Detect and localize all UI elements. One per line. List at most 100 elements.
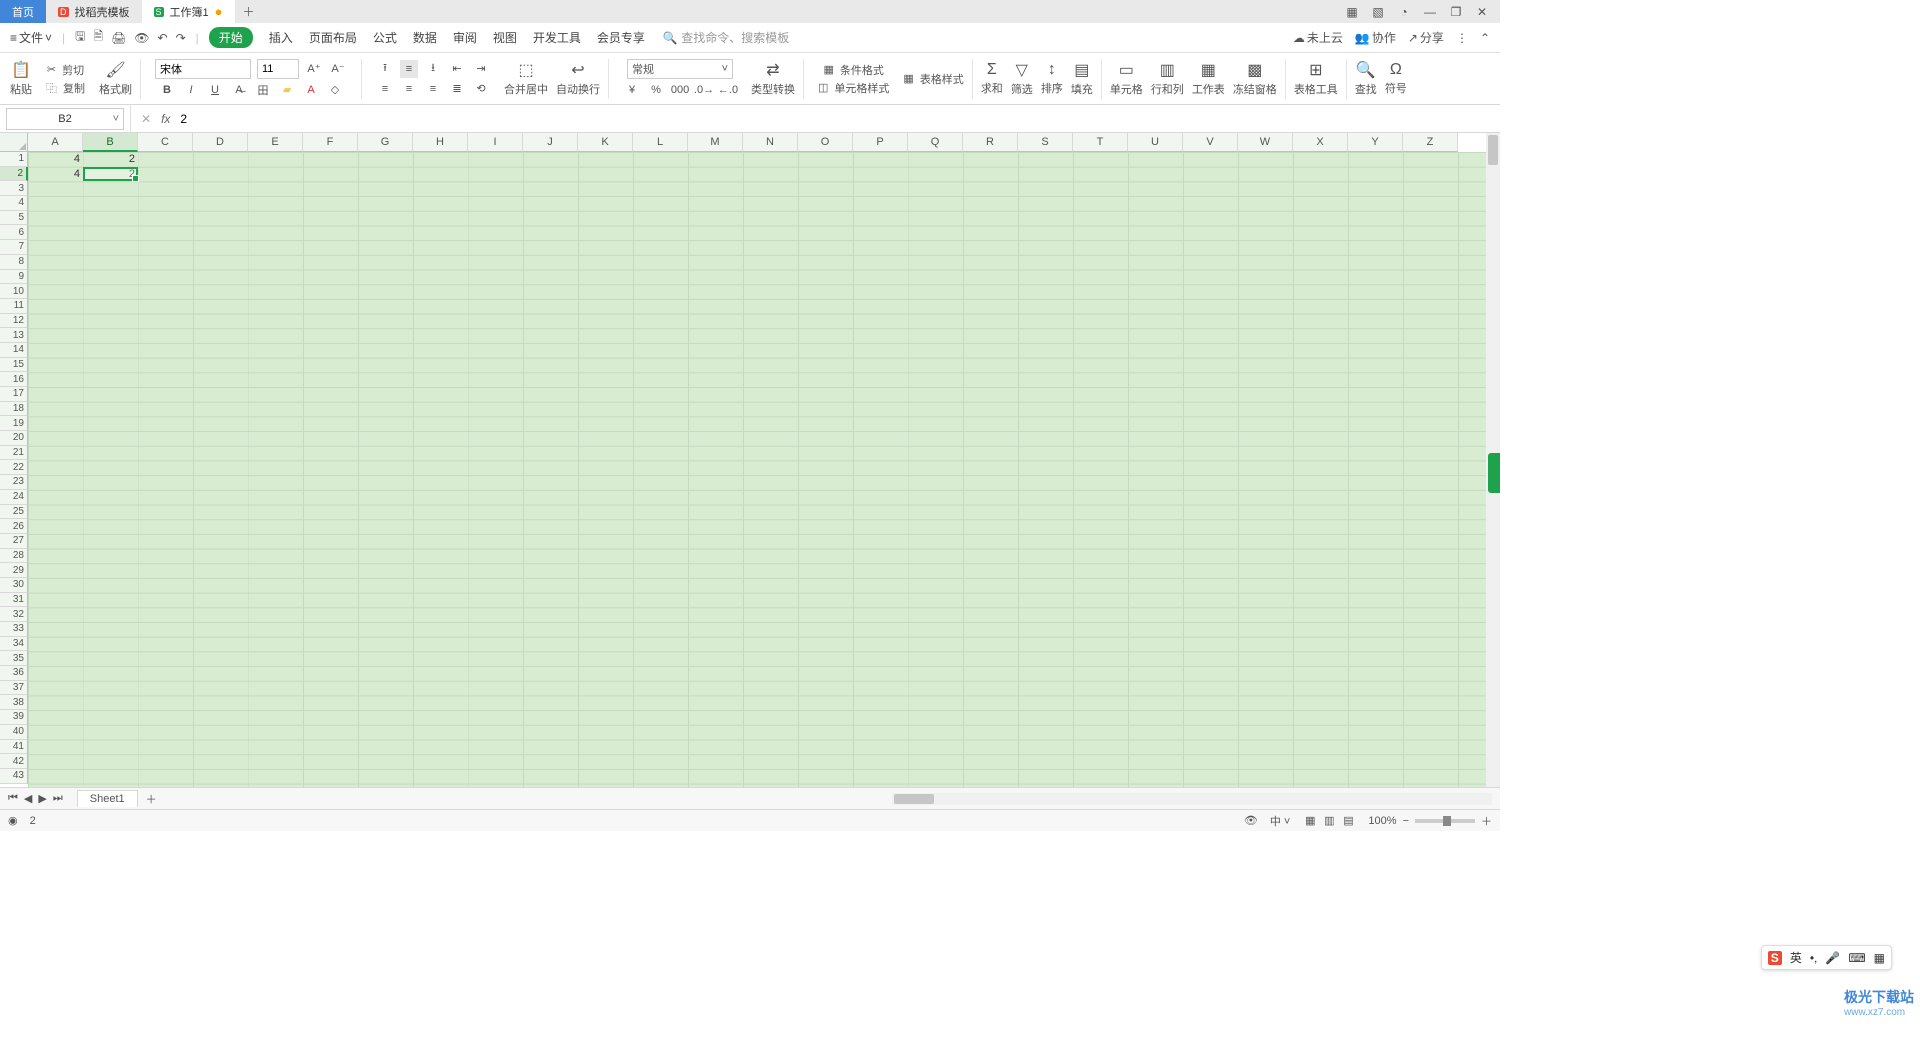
row-header-29[interactable]: 29 (0, 563, 28, 578)
row-header-9[interactable]: 9 (0, 270, 28, 285)
print-preview-icon[interactable]: 👁 (134, 31, 149, 45)
tab-data[interactable]: 数据 (413, 29, 437, 46)
row-header-25[interactable]: 25 (0, 505, 28, 520)
align-right-icon[interactable]: ≡ (424, 80, 442, 98)
print-icon[interactable]: 🖨 (111, 31, 126, 45)
row-header-36[interactable]: 36 (0, 666, 28, 681)
align-middle-icon[interactable]: ≡ (400, 60, 418, 78)
close-button[interactable]: ✕ (1474, 5, 1490, 19)
row-header-37[interactable]: 37 (0, 681, 28, 696)
rows-cols-button[interactable]: ▥行和列 (1151, 60, 1184, 97)
align-top-icon[interactable]: ⭱ (376, 60, 394, 78)
row-header-20[interactable]: 20 (0, 431, 28, 446)
row-header-26[interactable]: 26 (0, 519, 28, 534)
normal-view-icon[interactable]: ▦ (1302, 814, 1318, 827)
worksheet-button[interactable]: ▦工作表 (1192, 60, 1225, 97)
col-header-L[interactable]: L (633, 133, 688, 152)
copy-button[interactable]: ⿻ 复制 (46, 80, 85, 96)
row-header-19[interactable]: 19 (0, 416, 28, 431)
bold-button[interactable]: B (158, 81, 176, 99)
row-header-16[interactable]: 16 (0, 372, 28, 387)
row-header-11[interactable]: 11 (0, 299, 28, 314)
orientation-icon[interactable]: ⟲ (472, 80, 490, 98)
font-name-select[interactable] (155, 59, 251, 79)
number-format-select[interactable]: 常规˅ (627, 59, 733, 79)
row-header-28[interactable]: 28 (0, 549, 28, 564)
col-header-R[interactable]: R (963, 133, 1018, 152)
row-header-1[interactable]: 1 (0, 152, 28, 167)
fx-icon[interactable]: fx (161, 112, 170, 126)
row-header-17[interactable]: 17 (0, 387, 28, 402)
sheet-next-icon[interactable]: ▶ (38, 792, 46, 805)
indent-increase-icon[interactable]: ⇥ (472, 60, 490, 78)
cell-style-button[interactable]: ◫ 单元格样式 (818, 80, 889, 96)
formula-input[interactable] (180, 112, 1490, 126)
row-header-42[interactable]: 42 (0, 754, 28, 769)
row-header-30[interactable]: 30 (0, 578, 28, 593)
cells-area[interactable]: 4 2 4 2 (28, 152, 1486, 787)
row-header-31[interactable]: 31 (0, 593, 28, 608)
font-size-select[interactable] (257, 59, 299, 79)
layout2-icon[interactable]: ▧ (1370, 5, 1386, 19)
tab-start[interactable]: 开始 (209, 27, 253, 48)
sheet-first-icon[interactable]: ⏮ (8, 792, 18, 805)
currency-icon[interactable]: ¥ (623, 81, 641, 99)
clear-format-button[interactable]: ◇ (326, 81, 344, 99)
col-header-P[interactable]: P (853, 133, 908, 152)
comma-icon[interactable]: 000 (671, 81, 689, 99)
col-header-N[interactable]: N (743, 133, 798, 152)
undo-icon[interactable]: ↶ (158, 31, 168, 45)
cell-A1[interactable]: 4 (28, 152, 83, 167)
zoom-out-button[interactable]: − (1403, 815, 1409, 827)
sheet-last-icon[interactable]: ⏭ (53, 792, 63, 805)
row-header-32[interactable]: 32 (0, 607, 28, 622)
ime-mic-icon[interactable]: 🎤 (1825, 951, 1840, 965)
increase-font-icon[interactable]: A⁺ (305, 60, 323, 78)
col-header-U[interactable]: U (1128, 133, 1183, 152)
zoom-slider[interactable] (1415, 819, 1475, 823)
font-color-button[interactable]: A (302, 81, 320, 99)
row-header-41[interactable]: 41 (0, 740, 28, 755)
ime-lang[interactable]: 英 (1790, 949, 1802, 966)
collab-button[interactable]: 👥 协作 (1355, 29, 1396, 46)
chevron-down-icon[interactable]: ˅ (113, 113, 119, 125)
col-header-D[interactable]: D (193, 133, 248, 152)
row-header-15[interactable]: 15 (0, 358, 28, 373)
tab-formulas[interactable]: 公式 (373, 29, 397, 46)
conditional-format-button[interactable]: ▦ 条件格式 (824, 62, 884, 78)
cell-A2[interactable]: 4 (28, 167, 83, 182)
cloud-status[interactable]: ☁ 未上云 (1293, 29, 1343, 46)
page-layout-view-icon[interactable]: ▥ (1321, 814, 1337, 827)
col-header-Y[interactable]: Y (1348, 133, 1403, 152)
decrease-decimal-icon[interactable]: ←.0 (719, 81, 737, 99)
ime-punct-icon[interactable]: •, (1810, 951, 1818, 965)
minimize-button[interactable]: — (1422, 5, 1438, 19)
row-header-22[interactable]: 22 (0, 460, 28, 475)
app-menu-button[interactable]: ≡ 文件 ˅ (10, 29, 52, 46)
row-header-39[interactable]: 39 (0, 710, 28, 725)
sheet-prev-icon[interactable]: ◀ (24, 792, 32, 805)
tab-insert[interactable]: 插入 (269, 29, 293, 46)
row-header-35[interactable]: 35 (0, 651, 28, 666)
align-justify-icon[interactable]: ≣ (448, 80, 466, 98)
side-panel-handle[interactable] (1488, 453, 1500, 493)
fill-color-button[interactable]: ▰ (278, 81, 296, 99)
ime-grid-icon[interactable]: ▦ (1874, 951, 1885, 965)
col-header-V[interactable]: V (1183, 133, 1238, 152)
col-header-Q[interactable]: Q (908, 133, 963, 152)
row-header-7[interactable]: 7 (0, 240, 28, 255)
row-header-13[interactable]: 13 (0, 328, 28, 343)
align-bottom-icon[interactable]: ⭳ (424, 60, 442, 78)
new-tab-button[interactable]: ＋ (235, 0, 263, 23)
tab-member[interactable]: 会员专享 (597, 29, 645, 46)
paste-button[interactable]: 📋粘贴 (10, 60, 32, 97)
share-button[interactable]: ↗ 分享 (1408, 29, 1444, 46)
tab-developer[interactable]: 开发工具 (533, 29, 581, 46)
scrollbar-thumb[interactable] (894, 794, 934, 804)
col-header-C[interactable]: C (138, 133, 193, 152)
align-center-icon[interactable]: ≡ (400, 80, 418, 98)
symbol-button[interactable]: Ω符号 (1385, 61, 1407, 96)
save-as-icon[interactable]: 🗎 (93, 27, 103, 48)
col-header-A[interactable]: A (28, 133, 83, 152)
col-header-J[interactable]: J (523, 133, 578, 152)
